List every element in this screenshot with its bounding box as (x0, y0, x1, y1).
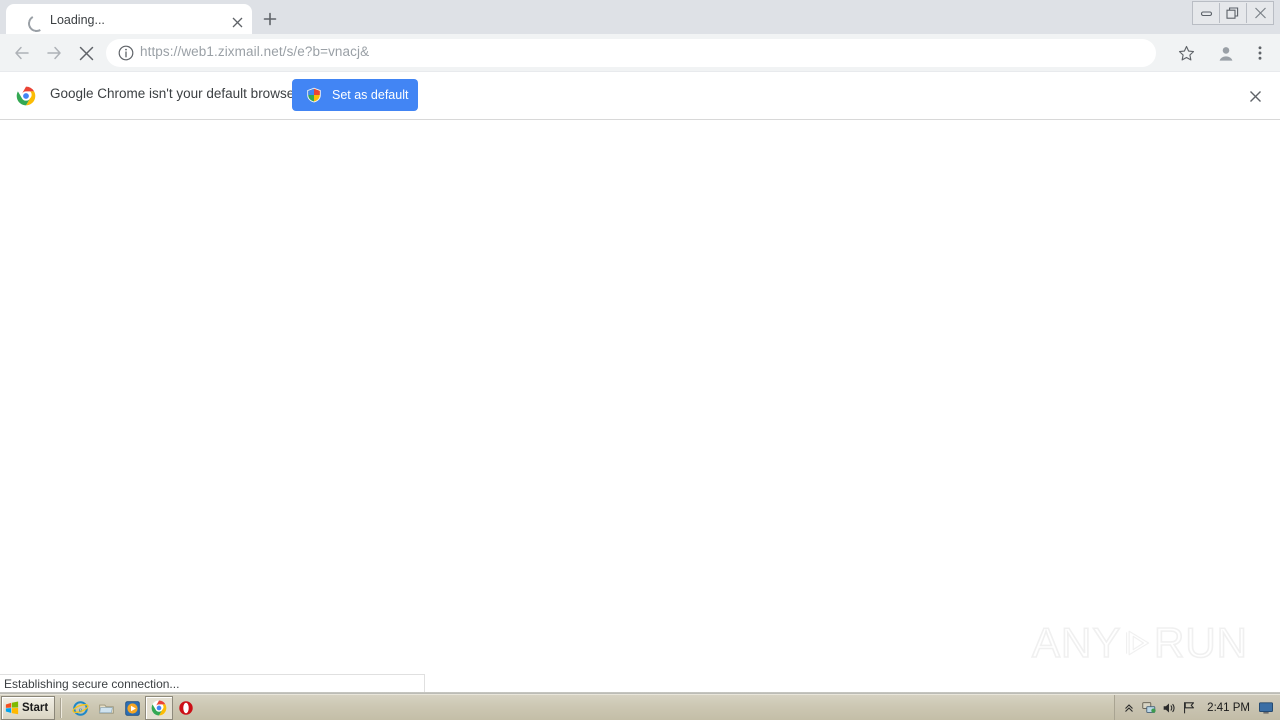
folder-icon (98, 704, 114, 714)
volume-icon[interactable] (1159, 698, 1179, 718)
show-desktop-icon[interactable] (1256, 698, 1276, 718)
back-arrow-icon (15, 46, 29, 60)
default-browser-infobar: Google Chrome isn't your default browser (0, 72, 1280, 120)
stop-button[interactable] (74, 41, 98, 65)
tab-strip: Loading... (0, 0, 1280, 34)
stop-icon (79, 46, 93, 60)
start-button[interactable]: Start (1, 696, 55, 720)
taskbar-chrome-icon[interactable] (145, 696, 173, 720)
taskbar-internet-explorer-icon[interactable]: e (67, 697, 93, 719)
close-button[interactable] (1247, 3, 1273, 23)
forward-arrow-icon (47, 46, 61, 60)
opera-icon (179, 701, 193, 715)
url-text: https://web1.zixmail.net/s/e?b=vnacj& (140, 44, 370, 59)
window-controls (1192, 1, 1274, 25)
browser-tab[interactable]: Loading... (6, 4, 252, 34)
page-viewport[interactable] (0, 120, 1280, 694)
loading-spinner-icon (26, 13, 47, 34)
taskbar-folder-icon[interactable] (93, 697, 119, 719)
windows-shield-icon (307, 87, 321, 103)
restore-button[interactable] (1220, 3, 1247, 23)
minimize-button[interactable] (1193, 3, 1220, 23)
profile-button[interactable] (1214, 41, 1238, 65)
chrome-icon (151, 700, 167, 716)
profile-avatar-icon (1215, 42, 1237, 64)
windows-taskbar: Start e 2:41 PM (0, 694, 1280, 720)
back-button[interactable] (10, 41, 34, 65)
chevron-up-icon[interactable] (1119, 698, 1139, 718)
network-icon (1142, 702, 1156, 713)
chrome-logo-icon (16, 86, 36, 106)
bookmark-star-button[interactable] (1174, 41, 1198, 65)
network-icon[interactable] (1139, 698, 1159, 718)
system-tray: 2:41 PM (1114, 695, 1280, 720)
three-dot-menu-icon (1258, 46, 1262, 60)
taskbar-media-player-icon[interactable] (119, 697, 145, 719)
restore-icon (1226, 6, 1239, 19)
chevron-up-icon (1125, 704, 1134, 712)
tab-close-button[interactable] (228, 13, 246, 31)
flag-icon (1184, 702, 1195, 714)
info-circle-icon[interactable] (118, 45, 134, 61)
show-desktop-icon (1259, 702, 1273, 714)
address-bar[interactable]: https://web1.zixmail.net/s/e?b=vnacj& (106, 39, 1156, 67)
close-icon (232, 17, 242, 27)
media-player-icon (124, 700, 140, 716)
status-text: Establishing secure connection... (4, 677, 180, 691)
minimize-icon (1200, 11, 1212, 17)
set-as-default-label: Set as default (332, 88, 409, 102)
windows-flag-icon (5, 701, 19, 715)
svg-text:e: e (78, 704, 82, 713)
internet-explorer-icon: e (71, 700, 89, 716)
flag-icon[interactable] (1179, 698, 1199, 718)
browser-toolbar: https://web1.zixmail.net/s/e?b=vnacj& (0, 34, 1280, 72)
start-label: Start (22, 702, 49, 714)
star-icon (1178, 45, 1194, 60)
status-bubble: Establishing secure connection... (0, 674, 425, 693)
chrome-menu-button[interactable] (1248, 41, 1272, 65)
browser-window: Loading... https://web1.zixmail.net/s/e?… (0, 0, 1280, 720)
plus-icon (263, 12, 277, 26)
tab-title: Loading... (50, 13, 105, 27)
new-tab-button[interactable] (256, 7, 284, 31)
forward-button[interactable] (42, 41, 66, 65)
set-as-default-button[interactable]: Set as default (292, 79, 418, 111)
volume-icon (1163, 703, 1175, 713)
infobar-message: Google Chrome isn't your default browser (50, 86, 299, 101)
close-icon (1254, 7, 1266, 19)
close-icon (1249, 90, 1261, 102)
taskbar-opera-icon[interactable] (173, 697, 199, 719)
taskbar-separator (60, 698, 62, 718)
taskbar-clock[interactable]: 2:41 PM (1207, 702, 1250, 714)
infobar-close-button[interactable] (1245, 86, 1265, 106)
